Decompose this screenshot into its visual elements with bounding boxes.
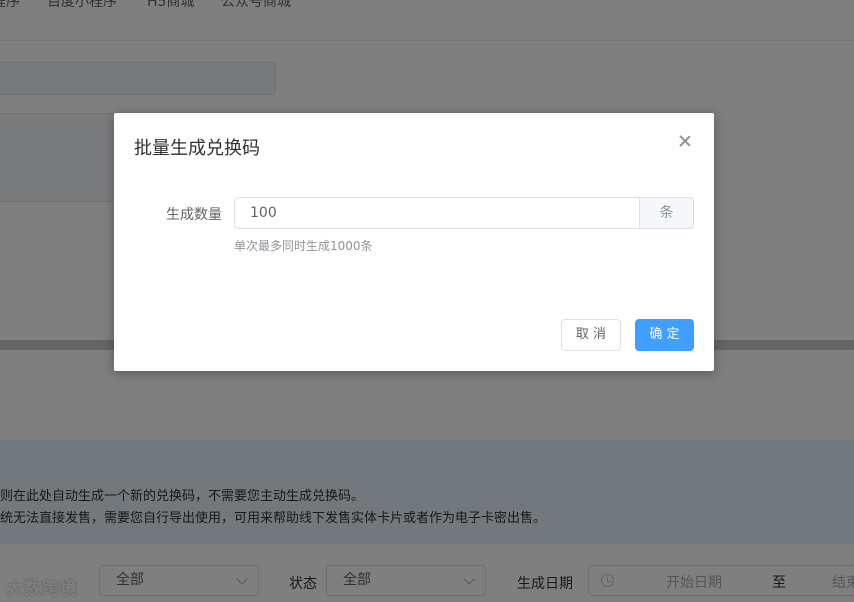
unit-append: 条	[639, 197, 694, 229]
confirm-button[interactable]: 确 定	[635, 319, 694, 351]
batch-generate-dialog: 批量生成兑换码 生成数量 条 单次最多同时生成1000条 取 消 确 定	[114, 113, 714, 371]
quantity-input[interactable]	[234, 197, 640, 229]
quantity-label: 生成数量	[166, 207, 222, 223]
close-icon[interactable]	[677, 133, 693, 149]
dialog-title: 批量生成兑换码	[134, 138, 260, 159]
cancel-button[interactable]: 取 消	[561, 319, 621, 351]
quantity-hint: 单次最多同时生成1000条	[234, 239, 373, 253]
quantity-input-group: 条	[234, 197, 694, 229]
